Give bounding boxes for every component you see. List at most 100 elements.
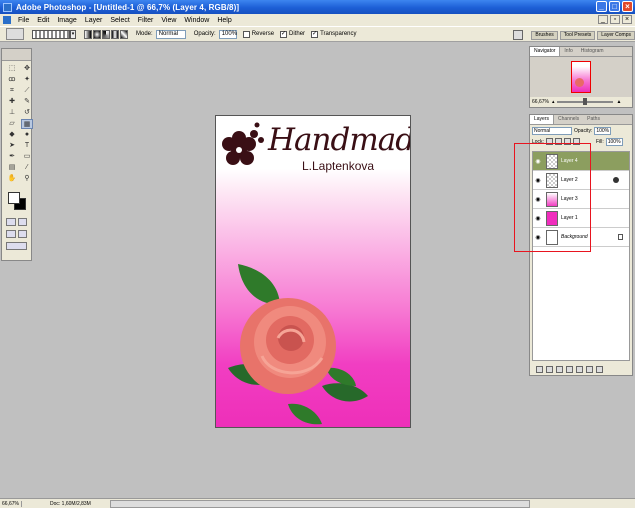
status-bar: 66,67% Doc: 1,60M/2,83M [0,498,635,508]
layer-effects-icon[interactable] [613,177,619,183]
transparency-checkbox[interactable]: ✓ [311,30,319,38]
crop-tool-icon[interactable]: ⌗ [6,86,18,96]
clone-stamp-tool-icon[interactable]: ⊥ [6,108,18,118]
layers-footer [530,363,632,375]
tab-channels[interactable]: Channels [554,115,583,124]
menu-select[interactable]: Select [106,17,133,24]
tab-layer-comps[interactable]: Layer Comps [597,30,635,40]
mode-select[interactable]: Normal [155,29,186,39]
shape-tool-icon[interactable]: ▭ [21,152,33,162]
type-tool-icon[interactable]: T [21,141,33,151]
reverse-checkbox[interactable] [242,30,250,38]
zoom-slider-knob[interactable] [583,98,588,105]
tab-info[interactable]: Info [560,47,576,56]
jump-to-imageready-icon[interactable] [6,242,27,250]
blend-mode-select[interactable]: Normal [532,126,572,135]
menu-edit[interactable]: Edit [33,17,53,24]
menu-window[interactable]: Window [180,17,213,24]
diamond-gradient-button[interactable] [120,29,128,39]
pen-tool-icon[interactable]: ✒ [6,152,18,162]
gradient-tool-icon[interactable]: ▦ [21,119,33,129]
linear-gradient-button[interactable] [84,29,92,39]
lasso-tool-icon[interactable]: ꝏ [6,75,18,85]
maximize-button[interactable]: □ [609,1,620,12]
tab-brushes[interactable]: Brushes [531,30,558,40]
move-tool-icon[interactable]: ✥ [21,64,33,74]
standard-mode-icon[interactable] [6,218,16,226]
screen-mode-standard-icon[interactable] [6,230,16,238]
foreground-color-swatch[interactable] [8,192,20,204]
doc-close-button[interactable]: × [622,15,632,24]
magic-wand-tool-icon[interactable]: ✦ [21,75,33,85]
navigator-zoom-value[interactable]: 66,67% [532,99,549,105]
window-title: Adobe Photoshop - [Untitled-1 @ 66,7% (L… [16,2,240,12]
path-selection-tool-icon[interactable]: ➤ [6,141,18,151]
healing-brush-tool-icon[interactable]: ✚ [6,97,18,107]
radial-gradient-button[interactable] [93,29,101,39]
menu-filter[interactable]: Filter [134,17,158,24]
close-button[interactable]: × [622,1,633,12]
menu-file[interactable]: File [14,17,33,24]
reflected-gradient-button[interactable] [111,29,119,39]
eyedropper-tool-icon[interactable]: ⁄ [21,163,33,173]
notes-tool-icon[interactable]: ▤ [6,163,18,173]
zoom-out-icon[interactable]: ▴ [552,99,555,105]
author-name: L.Laptenkova [302,159,375,173]
marquee-tool-icon[interactable]: ⬚ [6,64,18,74]
document-canvas[interactable]: Handmade L.Laptenkova [215,115,411,428]
layer-opacity-field[interactable]: 100% [594,126,612,135]
menu-image[interactable]: Image [53,17,80,24]
toolbox-header[interactable] [2,49,31,61]
opacity-field[interactable]: 100% [218,29,237,39]
mode-label: Mode: [136,31,153,37]
new-layer-icon[interactable] [586,365,593,373]
slice-tool-icon[interactable]: ⟋ [21,86,33,96]
tab-tool-presets[interactable]: Tool Presets [559,30,596,40]
tab-paths[interactable]: Paths [583,115,604,124]
doc-minimize-button[interactable]: _ [598,15,608,24]
zoom-in-icon[interactable]: ▲ [616,99,621,105]
screen-mode-full-icon[interactable] [17,230,27,238]
status-zoom[interactable]: 66,67% [0,500,22,507]
delete-layer-icon[interactable] [596,365,603,373]
new-set-icon[interactable] [566,365,573,373]
horizontal-scrollbar[interactable] [110,499,530,508]
new-adjustment-layer-icon[interactable] [576,365,583,373]
tool-preset-picker[interactable] [6,28,24,40]
menu-help[interactable]: Help [213,17,235,24]
dodge-tool-icon[interactable]: ● [21,130,33,140]
add-mask-icon[interactable] [556,365,563,373]
navigator-panel: Navigator Info Histogram 66,67% ▴ ▲ [529,46,633,108]
brush-tool-icon[interactable]: ✎ [21,97,33,107]
dither-checkbox[interactable]: ✓ [280,30,288,38]
quick-mask-mode-icon[interactable] [17,218,27,226]
zoom-slider[interactable] [557,98,614,105]
tab-navigator[interactable]: Navigator [530,47,561,56]
gradient-swatch[interactable] [32,29,70,39]
history-brush-tool-icon[interactable]: ↺ [21,108,33,118]
color-swatches [6,190,31,216]
dither-label: Dither [289,31,306,37]
fill-field[interactable]: 100% [605,137,623,146]
navigator-preview[interactable] [530,57,632,97]
gradient-dropdown-icon[interactable]: ▾ [70,29,76,39]
hand-tool-icon[interactable]: ✋ [6,174,18,184]
menu-view[interactable]: View [157,17,180,24]
flower-logo-icon [222,122,264,165]
file-browser-icon[interactable] [513,30,524,40]
document-icon[interactable] [3,16,11,24]
eraser-tool-icon[interactable]: ▱ [6,119,18,129]
rose-image [228,264,368,425]
blur-tool-icon[interactable]: ◆ [6,130,18,140]
status-doc-size[interactable]: Doc: 1,60M/2,83M [22,501,91,507]
minimize-button[interactable]: _ [596,1,607,12]
link-layers-icon[interactable] [536,365,543,373]
menu-layer[interactable]: Layer [81,17,107,24]
tab-layers[interactable]: Layers [530,115,555,124]
zoom-tool-icon[interactable]: ⚲ [21,174,33,184]
tab-histogram[interactable]: Histogram [577,47,608,56]
angle-gradient-button[interactable] [102,29,110,39]
doc-restore-button[interactable]: ▫ [610,15,620,24]
add-layer-style-icon[interactable] [546,365,553,373]
navigator-thumbnail[interactable] [571,61,591,93]
